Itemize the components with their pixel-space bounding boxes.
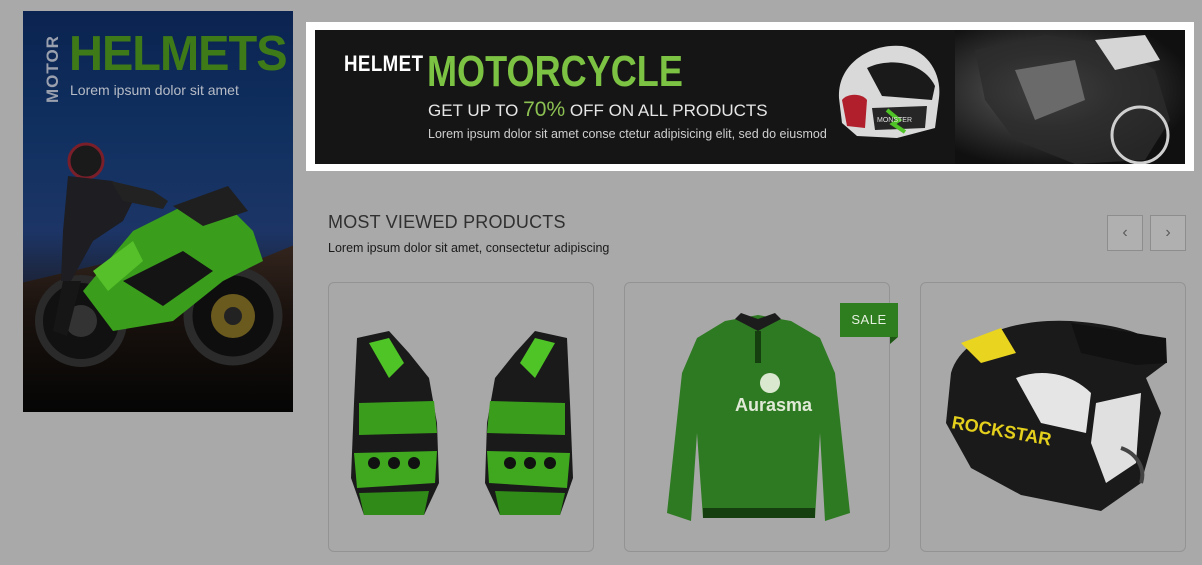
section-title: MOST VIEWED PRODUCTS <box>328 212 566 232</box>
product-card[interactable] <box>328 282 594 552</box>
offer-suffix: OFF ON ALL PRODUCTS <box>569 101 768 120</box>
top-promo-banner[interactable]: HELMET MOTORCYCLE GET UP TO 70% OFF ON A… <box>315 30 1185 164</box>
banner-title: HELMETS <box>69 24 288 81</box>
sale-badge-fold <box>890 337 898 344</box>
offer-prefix: GET UP TO <box>428 101 519 120</box>
banner-description: Lorem ipsum dolor sit amet conse ctetur … <box>428 127 827 141</box>
motorcycle-rider-image <box>35 142 283 367</box>
banner-label: HELMET <box>344 51 424 76</box>
chevron-right-icon: › <box>1165 224 1171 241</box>
side-promo-banner[interactable]: MOTOR HELMETS Lorem ipsum dolor sit amet <box>23 11 293 412</box>
banner-kicker: MOTOR <box>43 35 62 103</box>
product-card[interactable]: ROCKSTAR <box>920 282 1186 552</box>
offer-percent: 70% <box>523 98 566 121</box>
svg-text:MONSTER: MONSTER <box>877 117 912 124</box>
section-subtitle: Lorem ipsum dolor sit amet, consectetur … <box>328 241 610 255</box>
motocross-helmet-icon: ROCKSTAR <box>946 320 1167 511</box>
svg-text:Aurasma: Aurasma <box>735 395 813 415</box>
chevron-left-icon: ‹ <box>1122 224 1128 241</box>
motorcycle-image <box>955 30 1185 164</box>
sale-badge: SALE <box>840 303 898 337</box>
gloves-icon <box>351 331 573 515</box>
banner-subtitle: Lorem ipsum dolor sit amet <box>70 82 239 98</box>
carousel-prev-button[interactable]: ‹ <box>1107 215 1143 251</box>
racing-helmet-icon: MONSTER <box>838 45 940 138</box>
carousel-next-button[interactable]: › <box>1150 215 1186 251</box>
banner-offer: GET UP TO 70% OFF ON ALL PRODUCTS <box>428 98 768 122</box>
top-promo-banner-frame: HELMET MOTORCYCLE GET UP TO 70% OFF ON A… <box>306 22 1194 171</box>
banner-headline: MOTORCYCLE <box>427 47 683 96</box>
